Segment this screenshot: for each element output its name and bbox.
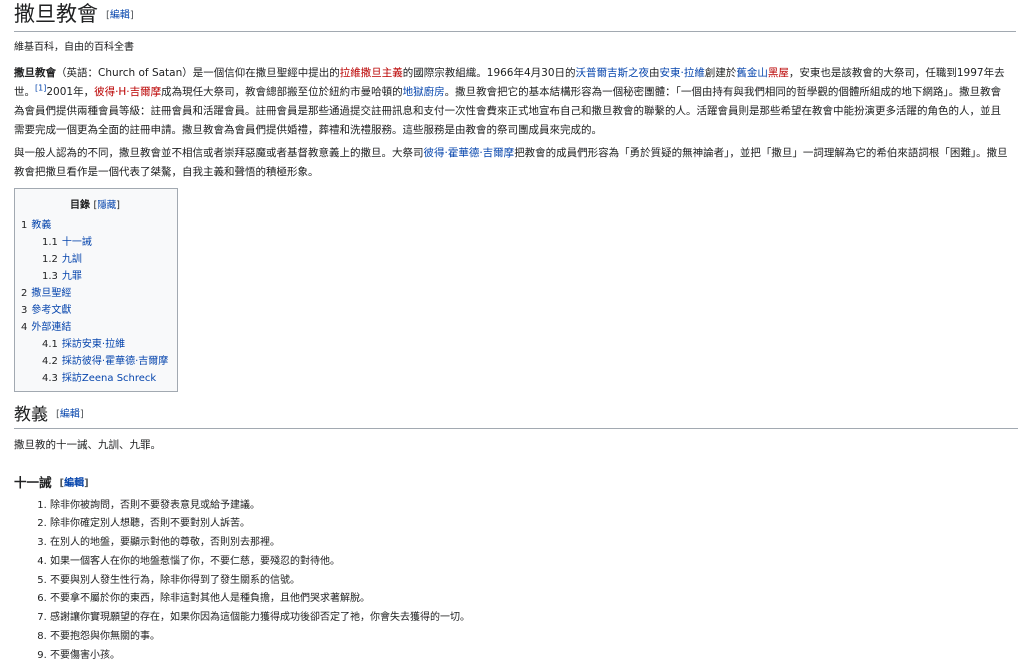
doctrine-heading-text: 教義 bbox=[14, 404, 48, 425]
lead-text-6: 2001年， bbox=[46, 85, 95, 98]
lead-text-7: 成為現任大祭司，教會總部搬至位於紐約市曼哈頓的 bbox=[161, 85, 403, 98]
list-item: 不要與別人發生性行為，除非你得到了發生關系的信號。 bbox=[50, 572, 1010, 591]
toc-item-link[interactable]: 採訪彼得·霍華德·吉爾摩 bbox=[62, 356, 168, 367]
link-walpurgis-night[interactable]: 沃普爾吉斯之夜 bbox=[576, 67, 650, 79]
toc-item[interactable]: 4.2 採訪彼得·霍華德·吉爾摩 bbox=[21, 353, 169, 370]
doctrine-edit-section: [編輯] bbox=[56, 409, 84, 420]
doctrine-edit-link[interactable]: 編輯 bbox=[60, 409, 80, 420]
para2-text-1: 與一般人認為的不同，撒旦教會並不相信或者崇拜惡魔或者基督教意義上的撒旦。大祭司 bbox=[14, 146, 424, 159]
toc-item[interactable]: 4.3 採訪Zeena Schreck bbox=[21, 370, 169, 387]
lead-text-2: 的國際宗教組織。1966年4月30日的 bbox=[402, 66, 576, 79]
toc-title: 目錄 [隱藏] bbox=[21, 196, 169, 211]
second-paragraph: 與一般人認為的不同，撒旦教會並不相信或者崇拜惡魔或者基督教意義上的撒旦。大祭司彼… bbox=[14, 144, 1010, 182]
list-item: 感謝讓你實現願望的存在，如果你因為這個能力獲得成功後卻否定了祂，你會失去獲得的一… bbox=[50, 609, 1010, 628]
link-san-francisco[interactable]: 舊金山 bbox=[736, 67, 768, 79]
toc-hide-link[interactable]: 隱藏 bbox=[97, 200, 116, 211]
toc-item-number: 1 bbox=[21, 219, 28, 231]
doctrine-intro: 撒旦教的十一誡、九訓、九罪。 bbox=[14, 439, 161, 451]
link-peter-h-gilmore[interactable]: 彼得·H·吉爾摩 bbox=[94, 86, 161, 98]
toc-item-number: 4.2 bbox=[42, 355, 58, 367]
toc-item-link[interactable]: 撒旦聖經 bbox=[31, 288, 71, 299]
toc-item[interactable]: 2 撒旦聖經 bbox=[21, 285, 169, 302]
toc-item-number: 4.3 bbox=[42, 372, 58, 384]
toc-item-number: 3 bbox=[21, 304, 28, 316]
list-item: 不要傷害小孩。 bbox=[50, 647, 1010, 666]
table-of-contents: 目錄 [隱藏] 1 教義 1.1 十一誡 1.2 九訓 1.3 九罪 2 撒旦聖經 3 參考文獻 4 外部… bbox=[14, 187, 178, 392]
toc-title-text: 目錄 bbox=[70, 199, 91, 211]
toc-item-link[interactable]: 參考文獻 bbox=[31, 305, 71, 316]
toc-item-link[interactable]: 九罪 bbox=[62, 271, 82, 282]
page-title: 撒旦教會 [編輯] bbox=[14, 0, 1016, 32]
link-black-house[interactable]: 黑屋 bbox=[768, 67, 789, 79]
section-heading-doctrine: 教義 [編輯] bbox=[14, 404, 1018, 429]
link-anton-lavey[interactable]: 安東·拉維 bbox=[660, 67, 705, 79]
lead-bold-name: 撒旦教會 bbox=[14, 66, 56, 79]
article-content: 撒旦教會 [編輯] 維基百科，自由的百科全書 撒旦教會（英語：Church of … bbox=[0, 0, 1024, 666]
toc-item-number: 1.3 bbox=[42, 270, 58, 282]
eleven-rules-edit-section: [編輯] bbox=[59, 477, 89, 489]
toc-item-link[interactable]: 採訪Zeena Schreck bbox=[62, 373, 156, 384]
list-item: 除非你被詢問，否則不要發表意見或給予建議。 bbox=[50, 497, 1010, 516]
toc-item-link[interactable]: 外部連結 bbox=[31, 322, 71, 333]
toc-toggle: [隱藏] bbox=[93, 199, 120, 211]
toc-item[interactable]: 1.3 九罪 bbox=[21, 268, 169, 285]
list-item: 除非你確定別人想聽，否則不要對別人訴苦。 bbox=[50, 515, 1010, 534]
title-edit-section: [編輯] bbox=[106, 9, 134, 21]
list-item: 在別人的地盤，要顯示對他的尊敬，否則別去那裡。 bbox=[50, 534, 1010, 553]
list-item: 不要抱怨與你無關的事。 bbox=[50, 628, 1010, 647]
toc-item[interactable]: 1 教義 bbox=[21, 217, 169, 234]
link-peter-howard-gilmore[interactable]: 彼得·霍華德·吉爾摩 bbox=[424, 147, 515, 159]
toc-item-link[interactable]: 十一誡 bbox=[62, 237, 92, 248]
toc-item-link[interactable]: 九訓 bbox=[62, 254, 82, 265]
site-subtitle: 維基百科，自由的百科全書 bbox=[14, 41, 134, 53]
list-item: 如果一個客人在你的地盤惹惱了你，不要仁慈，要殘忍的對待他。 bbox=[50, 553, 1010, 572]
toc-item-number: 4.1 bbox=[42, 338, 58, 350]
lead-paragraph: 撒旦教會（英語：Church of Satan）是一個信仰在撒旦聖經中提出的拉維… bbox=[14, 64, 1010, 140]
toc-item[interactable]: 1.1 十一誡 bbox=[21, 234, 169, 251]
eleven-rules-edit-link[interactable]: 編輯 bbox=[64, 478, 84, 489]
toc-item-link[interactable]: 教義 bbox=[31, 220, 51, 231]
link-hells-kitchen[interactable]: 地獄廚房 bbox=[403, 86, 445, 98]
lead-text-1: （英語：Church of Satan）是一個信仰在撒旦聖經中提出的 bbox=[56, 66, 340, 79]
eleven-rules-list: 除非你被詢問，否則不要發表意見或給予建議。除非你確定別人想聽，否則不要對別人訴苦… bbox=[50, 497, 1010, 666]
toc-item-number: 2 bbox=[21, 287, 28, 299]
link-laveyan-satanism[interactable]: 拉維撒旦主義 bbox=[340, 67, 403, 79]
toc-item[interactable]: 4 外部連結 bbox=[21, 319, 169, 336]
toc-list: 1 教義 1.1 十一誡 1.2 九訓 1.3 九罪 2 撒旦聖經 3 參考文獻 4 外部連結 4.1 採訪安… bbox=[21, 217, 169, 387]
section-heading-eleven-rules: 十一誡 [編輯] bbox=[14, 473, 1010, 494]
toc-item-number: 1.2 bbox=[42, 253, 58, 265]
toc-item[interactable]: 4.1 採訪安東·拉維 bbox=[21, 336, 169, 353]
list-item: 不要拿不屬於你的東西，除非這對其他人是種負擔，且他們哭求著解脫。 bbox=[50, 590, 1010, 609]
page-title-text: 撒旦教會 bbox=[14, 2, 98, 26]
toc-item-number: 4 bbox=[21, 321, 28, 333]
toc-item-link[interactable]: 採訪安東·拉維 bbox=[62, 339, 125, 350]
lead-text-4: 創建於 bbox=[704, 66, 737, 79]
lead-text-3: 由 bbox=[649, 66, 660, 79]
reference-link-1[interactable]: [1] bbox=[35, 83, 46, 92]
toc-item[interactable]: 3 參考文獻 bbox=[21, 302, 169, 319]
eleven-rules-heading-text: 十一誡 bbox=[14, 475, 52, 490]
toc-item-number: 1.1 bbox=[42, 236, 58, 248]
title-edit-link[interactable]: 編輯 bbox=[110, 10, 130, 21]
toc-item[interactable]: 1.2 九訓 bbox=[21, 251, 169, 268]
